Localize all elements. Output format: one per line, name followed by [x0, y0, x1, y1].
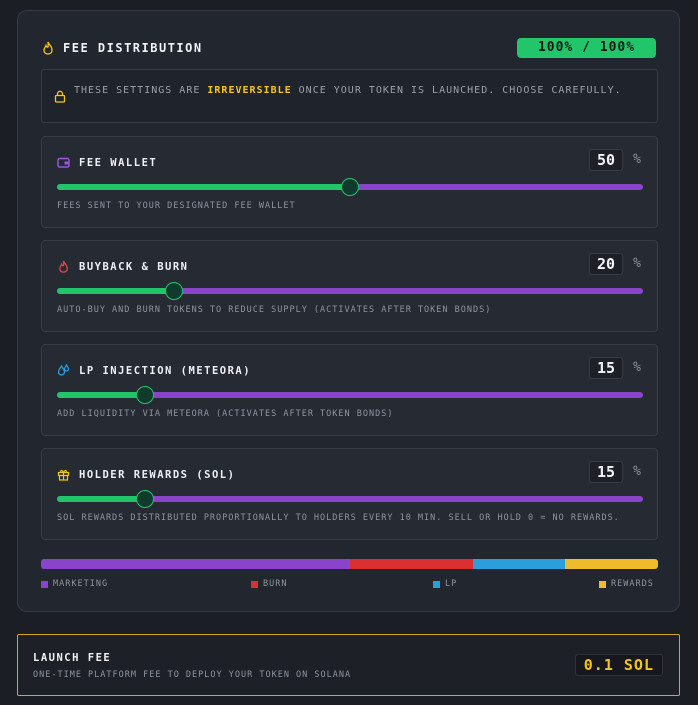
slider-title: HOLDER REWARDS (SOL): [79, 469, 236, 481]
launch-fee-amount: 0.1 SOL: [574, 654, 663, 676]
fee-distribution-panel: FEE DISTRIBUTION 100% / 100% THESE SETTI…: [17, 10, 680, 612]
legend-item-lp: LP: [433, 579, 457, 589]
percent-input[interactable]: 15: [589, 357, 623, 379]
warning-suffix: ONCE YOUR TOKEN IS LAUNCHED. CHOOSE CARE…: [291, 85, 622, 96]
slider-thumb[interactable]: [165, 282, 184, 300]
launch-fee-description: ONE-TIME PLATFORM FEE TO DEPLOY YOUR TOK…: [33, 670, 352, 680]
percent-input[interactable]: 20: [589, 253, 623, 275]
slider-track[interactable]: [57, 282, 643, 300]
distribution-segment-rewards: [565, 559, 658, 569]
distribution-segment-marketing: [41, 559, 350, 569]
slider-description: AUTO-BUY AND BURN TOKENS TO REDUCE SUPPL…: [57, 305, 492, 315]
legend-swatch: [599, 580, 606, 588]
legend-label: BURN: [263, 579, 288, 589]
launch-fee-box: LAUNCH FEE ONE-TIME PLATFORM FEE TO DEPL…: [17, 634, 680, 696]
flame-icon: [43, 41, 53, 55]
warning-highlight: IRREVERSIBLE: [207, 85, 292, 96]
distribution-segment-burn: [349, 559, 473, 569]
legend-swatch: [251, 580, 258, 588]
irreversible-warning: THESE SETTINGS ARE IRREVERSIBLE ONCE YOU…: [41, 69, 658, 123]
legend-item-burn: BURN: [251, 579, 287, 589]
flame-icon: [59, 260, 68, 273]
legend-swatch: [433, 580, 440, 588]
percent-sign: %: [633, 152, 641, 167]
slider-description: ADD LIQUIDITY VIA METEORA (ACTIVATES AFT…: [57, 409, 394, 419]
slider-title: LP INJECTION (METEORA): [79, 365, 252, 377]
slider-thumb[interactable]: [341, 178, 359, 196]
percent-sign: %: [633, 464, 641, 479]
slider-description: SOL REWARDS DISTRIBUTED PROPORTIONALLY T…: [57, 513, 620, 523]
slider-fill: [57, 288, 175, 294]
slider-fill: [57, 392, 145, 398]
allocation-total-badge: 100% / 100%: [517, 38, 656, 58]
legend-swatch: [41, 580, 48, 588]
percent-input[interactable]: 15: [589, 461, 623, 483]
slider-fill: [57, 496, 145, 502]
legend-item-rewards: REWARDS: [599, 579, 654, 589]
slider-fill: [57, 184, 350, 190]
percent-sign: %: [633, 256, 641, 271]
slider-card-holder-rewards: HOLDER REWARDS (SOL) 15 % SOL REWARDS DI…: [41, 448, 658, 540]
slider-thumb[interactable]: [135, 490, 154, 508]
slider-track[interactable]: [57, 178, 643, 196]
warning-prefix: THESE SETTINGS ARE: [74, 85, 208, 96]
legend-label: REWARDS: [611, 579, 654, 589]
gift-icon: [57, 469, 70, 481]
slider-title: BUYBACK & BURN: [79, 261, 189, 273]
section-title: FEE DISTRIBUTION: [63, 41, 203, 55]
slider-description: FEES SENT TO YOUR DESIGNATED FEE WALLET: [57, 201, 296, 211]
fee-distribution-header: FEE DISTRIBUTION: [42, 41, 203, 55]
slider-track[interactable]: [57, 490, 643, 508]
percent-sign: %: [633, 360, 641, 375]
launch-fee-title: LAUNCH FEE: [33, 652, 112, 664]
legend-label: LP: [445, 579, 458, 589]
wallet-icon: [57, 157, 70, 168]
warning-text: THESE SETTINGS ARE IRREVERSIBLE ONCE YOU…: [74, 84, 644, 98]
slider-track[interactable]: [57, 386, 643, 404]
percent-input[interactable]: 50: [589, 149, 623, 171]
droplets-icon: [57, 364, 70, 376]
slider-card-fee-wallet: FEE WALLET 50 % FEES SENT TO YOUR DESIGN…: [41, 136, 658, 228]
slider-card-buyback-burn: BUYBACK & BURN 20 % AUTO-BUY AND BURN TO…: [41, 240, 658, 332]
legend-label: MARKETING: [53, 579, 109, 589]
slider-thumb[interactable]: [135, 386, 154, 404]
slider-title: FEE WALLET: [79, 157, 158, 169]
distribution-bar: [41, 559, 658, 569]
slider-card-lp-injection: LP INJECTION (METEORA) 15 % ADD LIQUIDIT…: [41, 344, 658, 436]
distribution-segment-lp: [472, 559, 566, 569]
lock-icon: [54, 90, 66, 103]
legend-item-marketing: MARKETING: [41, 579, 108, 589]
